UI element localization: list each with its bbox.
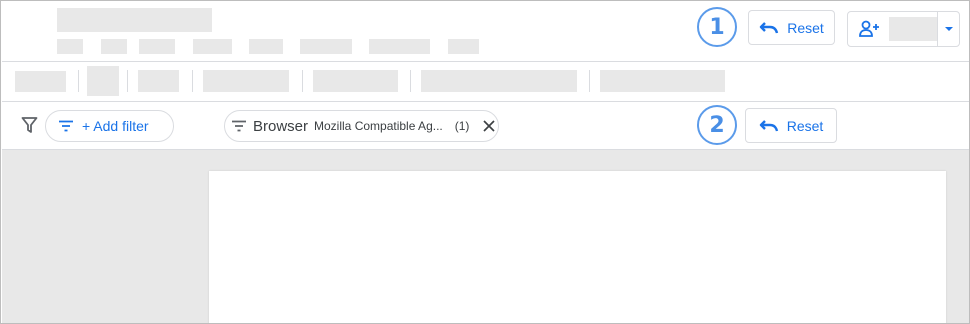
toolbar-separator — [589, 70, 590, 92]
reset-label: Reset — [786, 117, 824, 134]
add-filter-label: + Add filter — [82, 118, 149, 134]
filter-lines-icon — [232, 120, 246, 132]
menu-placeholder-8[interactable] — [448, 39, 479, 54]
menu-placeholder-5[interactable] — [249, 39, 283, 54]
toolbar-separator — [302, 70, 303, 92]
menu-placeholder-1[interactable] — [57, 39, 83, 54]
toolbar-separator — [410, 70, 411, 92]
reset-button-filter[interactable]: Reset — [745, 108, 837, 143]
undo-icon — [760, 21, 779, 33]
callout-badge-1: 1 — [697, 7, 737, 47]
menu-placeholder-4[interactable] — [193, 39, 232, 54]
menu-placeholder-7[interactable] — [369, 39, 430, 54]
toolbar-separator — [127, 70, 128, 92]
menu-placeholder-3[interactable] — [139, 39, 175, 54]
report-page[interactable] — [209, 171, 946, 323]
undo-icon — [759, 119, 778, 131]
toolbar-item-3[interactable] — [138, 70, 179, 92]
close-icon[interactable] — [483, 120, 496, 132]
toolbar-item-1[interactable] — [15, 71, 66, 92]
add-filter-button[interactable]: + Add filter — [45, 110, 174, 142]
toolbar-item-7[interactable] — [600, 70, 725, 92]
callout-badge-2: 2 — [697, 105, 737, 145]
menu-placeholder-6[interactable] — [300, 39, 352, 54]
toolbar-item-5[interactable] — [313, 70, 398, 92]
caret-down-icon — [944, 27, 953, 31]
toolbar-item-2[interactable] — [87, 66, 119, 96]
filter-lines-icon — [59, 120, 73, 132]
chip-field-value: Mozilla Compatible Ag... — [314, 119, 443, 133]
reset-label: Reset — [787, 19, 824, 36]
share-button[interactable] — [847, 11, 960, 47]
toolbar-item-4[interactable] — [203, 70, 289, 92]
share-dropdown[interactable] — [938, 12, 959, 46]
funnel-icon — [21, 117, 38, 133]
menu-placeholder-2[interactable] — [101, 39, 127, 54]
toolbar-item-6[interactable] — [421, 70, 577, 92]
report-title-placeholder[interactable] — [57, 8, 212, 32]
app-window: 1 Reset + Add filter Browser Mozilla Com… — [0, 0, 970, 324]
add-person-icon — [859, 20, 879, 37]
chip-count: (1) — [454, 119, 470, 133]
toolbar-separator — [78, 70, 79, 92]
share-label-placeholder — [889, 17, 937, 41]
chip-field-name: Browser — [253, 117, 309, 135]
browser-filter-chip[interactable]: Browser Mozilla Compatible Ag... (1) — [224, 110, 499, 142]
reset-button-header[interactable]: Reset — [748, 10, 835, 45]
share-main[interactable] — [848, 12, 937, 46]
toolbar-separator — [192, 70, 193, 92]
